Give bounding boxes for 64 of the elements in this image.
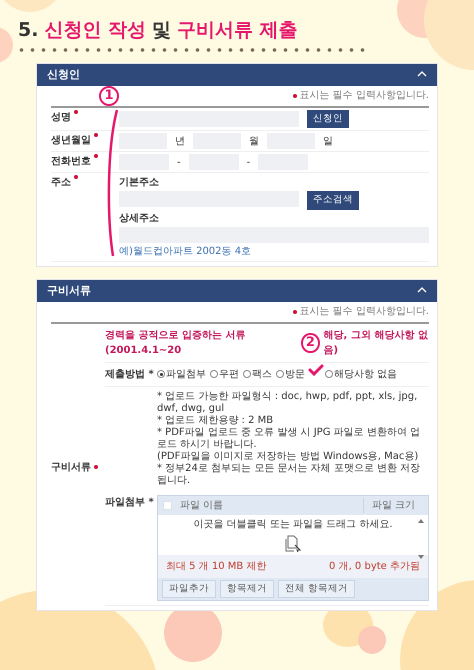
- file-action-button[interactable]: 전체 항목제거: [278, 580, 356, 598]
- scrollbar-arrows-icon[interactable]: [418, 518, 424, 560]
- document-title: 해당, 그외 해당사항 없음): [324, 329, 429, 358]
- column-header: 파일 크기: [363, 498, 423, 513]
- unit-label: 일: [323, 134, 333, 149]
- check-mark-icon: [308, 364, 324, 376]
- field-label: 주소: [51, 177, 71, 188]
- radio-button[interactable]: [210, 370, 218, 378]
- example-hint: 예)월드컵아파트 2002동 4호: [119, 244, 252, 258]
- column-header: 파일 이름: [180, 499, 224, 513]
- field-label: 생년월일: [51, 135, 91, 146]
- title-text: 구비서류 제출: [177, 18, 298, 43]
- address-search-button[interactable]: 주소검색: [307, 191, 359, 210]
- title-text: 및: [152, 18, 172, 43]
- annotation-number: 1: [99, 86, 119, 106]
- field-label: 전화번호: [51, 156, 91, 168]
- panel-title: 신청인: [47, 66, 80, 82]
- panel-header[interactable]: 구비서류: [37, 280, 437, 302]
- field-label: 파일첨부 *: [105, 497, 154, 508]
- required-icon: [293, 310, 298, 314]
- panel-title: 구비서류: [47, 282, 91, 298]
- radio-button[interactable]: [276, 370, 284, 378]
- radio-button[interactable]: [243, 370, 251, 378]
- unit-label: 년: [175, 134, 185, 149]
- title-text: 신청인 작성: [44, 18, 146, 43]
- drop-hint: 이곳을 더블클릭 또는 파일을 드래그 하세요.: [193, 518, 393, 532]
- chevron-icon[interactable]: [417, 71, 427, 78]
- file-action-button[interactable]: 항목제거: [220, 580, 274, 598]
- separator: -: [177, 156, 181, 170]
- radio-button[interactable]: [157, 370, 165, 378]
- notice-text: * PDF파일 업로드 중 오류 발생 시 JPG 파일로 변환하여 업로드 하시기 바랍니다.: [157, 427, 421, 451]
- field-label: 구비서류: [51, 460, 91, 475]
- radio-label: 방문: [285, 369, 305, 380]
- panel-header[interactable]: 신청인: [37, 64, 437, 86]
- sub-label: 기본주소: [119, 176, 160, 190]
- upload-limit: 최대 5 개 10 MB 제한: [166, 560, 266, 574]
- notice-text: * 정부24로 첨부되는 모든 문서는 자체 포맷으로 변환 저장됩니다.: [157, 463, 422, 487]
- required-note: 표시는 필수 입력사항입니다.: [299, 89, 429, 103]
- separator: -: [246, 156, 250, 170]
- file-action-button[interactable]: 파일추가: [162, 580, 216, 598]
- required-icon: [293, 94, 298, 98]
- sub-label: 상세주소: [119, 212, 160, 226]
- radio-label: 파일첨부: [166, 369, 206, 380]
- annotation-number: 2: [301, 333, 320, 353]
- chevron-icon[interactable]: [417, 287, 427, 294]
- upload-status: 0 개, 0 byte 추가됨: [329, 560, 420, 574]
- name-field[interactable]: [119, 111, 299, 128]
- document-title: 경력을 공적으로 입증하는 서류(2001.4.1~20: [105, 329, 246, 358]
- notice-text: * 업로드 가능한 파일형식 : doc, hwp, pdf, ppt, xls, jpg, dwf, dwg, gul: [157, 391, 418, 415]
- unit-label: 월: [249, 134, 259, 149]
- radio-button[interactable]: [325, 370, 333, 378]
- applicant-button[interactable]: 신청인: [307, 110, 349, 128]
- radio-label: 해당사항 없음: [334, 369, 398, 380]
- background-blob: [0, 27, 13, 63]
- radio-label: 팩스: [252, 369, 272, 380]
- field-label: 제출방법 *: [105, 369, 154, 380]
- field-label: 성명: [51, 112, 71, 123]
- file-add-icon[interactable]: [285, 535, 301, 553]
- select-all-checkbox[interactable]: [163, 501, 172, 510]
- required-note: 표시는 필수 입력사항입니다.: [299, 305, 429, 319]
- notice-text: (PDF파일을 이미지로 저장하는 방법 Windows용, Mac용): [157, 451, 420, 463]
- notice-text: * 업로드 제한용량 : 2 MB: [157, 415, 274, 427]
- title-text: 5.: [18, 18, 38, 43]
- radio-label: 우편: [219, 369, 239, 380]
